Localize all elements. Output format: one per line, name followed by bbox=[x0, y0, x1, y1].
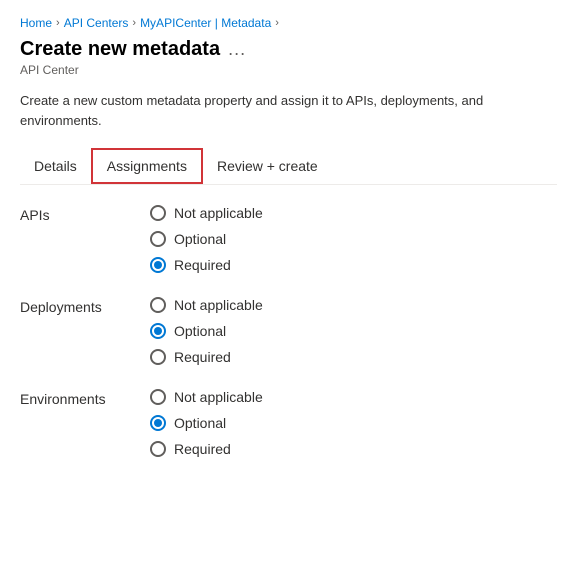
breadcrumb: Home › API Centers › MyAPICenter | Metad… bbox=[20, 16, 557, 30]
tab-review-create[interactable]: Review + create bbox=[203, 148, 332, 184]
radio-circle-deployments-not-applicable[interactable] bbox=[150, 297, 166, 313]
radio-label-deployments-not-applicable: Not applicable bbox=[174, 297, 263, 313]
deployments-not-applicable[interactable]: Not applicable bbox=[150, 297, 263, 313]
radio-circle-deployments-optional[interactable] bbox=[150, 323, 166, 339]
radio-circle-environments-not-applicable[interactable] bbox=[150, 389, 166, 405]
breadcrumb-api-centers[interactable]: API Centers bbox=[64, 16, 129, 30]
deployments-required[interactable]: Required bbox=[150, 349, 263, 365]
field-group-apis: APIs Not applicable Optional Required bbox=[20, 205, 557, 273]
page-title: Create new metadata bbox=[20, 38, 220, 61]
radio-circle-environments-optional[interactable] bbox=[150, 415, 166, 431]
radio-circle-apis-required[interactable] bbox=[150, 257, 166, 273]
radio-options-apis: Not applicable Optional Required bbox=[150, 205, 263, 273]
more-options-icon[interactable]: ... bbox=[228, 39, 246, 60]
apis-required[interactable]: Required bbox=[150, 257, 263, 273]
environments-required[interactable]: Required bbox=[150, 441, 263, 457]
radio-circle-deployments-required[interactable] bbox=[150, 349, 166, 365]
radio-circle-apis-optional[interactable] bbox=[150, 231, 166, 247]
radio-label-environments-required: Required bbox=[174, 441, 231, 457]
tab-assignments[interactable]: Assignments bbox=[91, 148, 203, 184]
environments-optional[interactable]: Optional bbox=[150, 415, 263, 431]
field-label-environments: Environments bbox=[20, 389, 150, 407]
field-group-environments: Environments Not applicable Optional Req… bbox=[20, 389, 557, 457]
page-description: Create a new custom metadata property an… bbox=[20, 91, 557, 130]
breadcrumb-myapicenter[interactable]: MyAPICenter | Metadata bbox=[140, 16, 271, 30]
radio-label-environments-not-applicable: Not applicable bbox=[174, 389, 263, 405]
radio-label-deployments-optional: Optional bbox=[174, 323, 226, 339]
tab-details[interactable]: Details bbox=[20, 148, 91, 184]
radio-circle-apis-not-applicable[interactable] bbox=[150, 205, 166, 221]
breadcrumb-sep-2: › bbox=[132, 17, 136, 29]
form-section: APIs Not applicable Optional Required De… bbox=[20, 205, 557, 481]
breadcrumb-home[interactable]: Home bbox=[20, 16, 52, 30]
breadcrumb-sep-3: › bbox=[275, 17, 279, 29]
field-label-apis: APIs bbox=[20, 205, 150, 223]
radio-options-environments: Not applicable Optional Required bbox=[150, 389, 263, 457]
apis-not-applicable[interactable]: Not applicable bbox=[150, 205, 263, 221]
radio-options-deployments: Not applicable Optional Required bbox=[150, 297, 263, 365]
page-header: Create new metadata ... bbox=[20, 38, 557, 61]
field-label-deployments: Deployments bbox=[20, 297, 150, 315]
page-subtitle: API Center bbox=[20, 63, 557, 77]
radio-label-apis-not-applicable: Not applicable bbox=[174, 205, 263, 221]
apis-optional[interactable]: Optional bbox=[150, 231, 263, 247]
radio-label-deployments-required: Required bbox=[174, 349, 231, 365]
radio-circle-environments-required[interactable] bbox=[150, 441, 166, 457]
radio-label-environments-optional: Optional bbox=[174, 415, 226, 431]
radio-label-apis-required: Required bbox=[174, 257, 231, 273]
deployments-optional[interactable]: Optional bbox=[150, 323, 263, 339]
breadcrumb-sep-1: › bbox=[56, 17, 60, 29]
environments-not-applicable[interactable]: Not applicable bbox=[150, 389, 263, 405]
radio-label-apis-optional: Optional bbox=[174, 231, 226, 247]
tabs-container: Details Assignments Review + create bbox=[20, 148, 557, 185]
field-group-deployments: Deployments Not applicable Optional Requ… bbox=[20, 297, 557, 365]
